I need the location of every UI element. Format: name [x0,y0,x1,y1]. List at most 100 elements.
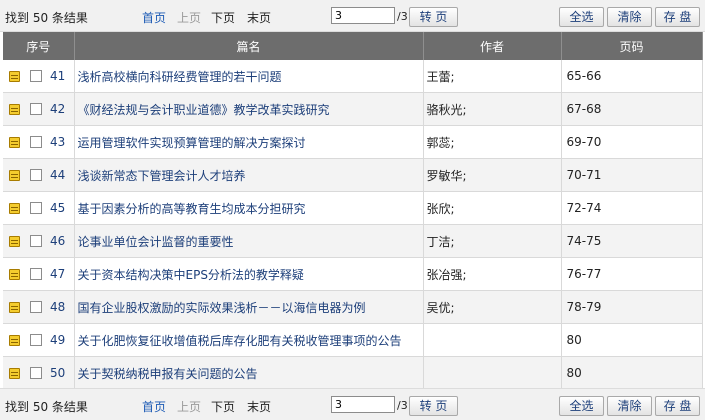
pages-cell: 74-75 [561,224,703,258]
page-number-input[interactable] [331,396,395,413]
row-number: 48 [50,300,66,314]
pages-cell: 80 [561,356,703,390]
note-icon[interactable] [9,367,20,379]
article-title-link[interactable]: 关于资本结构决策中EPS分析法的教学释疑 [78,268,304,282]
prev-page-link: 上页 [177,400,202,414]
article-title-link[interactable]: 论事业单位会计监督的重要性 [78,235,234,249]
author-cell [423,323,562,357]
clear-button[interactable]: 清除 [607,396,652,416]
article-title-link[interactable]: 关于契税纳税申报有关问题的公告 [78,367,258,381]
go-to-page-button[interactable]: 转 页 [409,396,458,416]
row-checkbox[interactable] [30,235,42,247]
header-author: 作者 [423,32,562,60]
pages-cell: 76-77 [561,257,703,291]
row-number: 47 [50,267,66,281]
article-title-link[interactable]: 运用管理软件实现预算管理的解决方案探讨 [78,136,306,150]
next-page-link[interactable]: 下页 [211,9,235,26]
header-title: 篇名 [74,32,424,60]
row-number: 46 [50,234,66,248]
table-row: 48 国有企业股权激励的实际效果浅析－－以海信电器为例 吴优; 78-79 [3,290,703,324]
prev-page-link: 上页 [177,11,202,25]
note-icon[interactable] [9,235,20,247]
note-icon[interactable] [9,103,20,115]
row-checkbox[interactable] [30,202,42,214]
first-page-link[interactable]: 首页 [142,9,166,26]
article-title-link[interactable]: 浅谈新常态下管理会计人才培养 [78,169,246,183]
save-button[interactable]: 存 盘 [655,396,700,416]
table-row: 49 关于化肥恢复征收增值税后库存化肥有关税收管理事项的公告 80 [3,323,703,357]
note-icon[interactable] [9,169,20,181]
bottom-toolbar: 找到 50 条结果 首页 上页 下页 末页 /3 转 页 全选 清除 存 盘 [0,388,705,420]
table-row: 42 《财经法规与会计职业道德》教学改革实践研究 骆秋光; 67-68 [3,92,703,126]
last-page-link[interactable]: 末页 [247,398,271,415]
row-checkbox[interactable] [30,70,42,82]
table-row: 45 基于因素分析的高等教育生均成本分担研究 张欣; 72-74 [3,191,703,225]
clear-button[interactable]: 清除 [607,7,652,27]
table-row: 50 关于契税纳税申报有关问题的公告 80 [3,356,703,390]
pages-cell: 67-68 [561,92,703,126]
author-cell: 罗敏华; [423,158,562,192]
header-index: 序号 [3,32,75,60]
table-header-row: 序号 篇名 作者 页码 [3,32,703,60]
author-cell: 丁洁; [423,224,562,258]
pages-cell: 70-71 [561,158,703,192]
table-row: 44 浅谈新常态下管理会计人才培养 罗敏华; 70-71 [3,158,703,192]
author-cell: 张欣; [423,191,562,225]
results-table: 序号 篇名 作者 页码 41 浅析高校横向科研经费管理的若干问题 王蕾; 65-… [3,32,703,390]
table-row: 41 浅析高校横向科研经费管理的若干问题 王蕾; 65-66 [3,60,703,93]
note-icon[interactable] [9,70,20,82]
pages-cell: 72-74 [561,191,703,225]
row-checkbox[interactable] [30,268,42,280]
page-number-input[interactable] [331,7,395,24]
row-checkbox[interactable] [30,334,42,346]
row-number: 41 [50,69,66,83]
row-checkbox[interactable] [30,103,42,115]
first-page-link[interactable]: 首页 [142,398,166,415]
result-count: 找到 50 条结果 [5,11,88,25]
result-count: 找到 50 条结果 [5,400,88,414]
note-icon[interactable] [9,136,20,148]
table-row: 47 关于资本结构决策中EPS分析法的教学释疑 张冶强; 76-77 [3,257,703,291]
go-to-page-button[interactable]: 转 页 [409,7,458,27]
row-number: 42 [50,102,66,116]
row-checkbox[interactable] [30,136,42,148]
note-icon[interactable] [9,202,20,214]
author-cell [423,356,562,390]
row-number: 50 [50,366,66,380]
table-row: 46 论事业单位会计监督的重要性 丁洁; 74-75 [3,224,703,258]
note-icon[interactable] [9,268,20,280]
row-number: 43 [50,135,66,149]
author-cell: 吴优; [423,290,562,324]
select-all-button[interactable]: 全选 [559,396,604,416]
save-button[interactable]: 存 盘 [655,7,700,27]
top-toolbar: 找到 50 条结果 首页 上页 下页 末页 /3 转 页 全选 清除 存 盘 [0,0,705,32]
table-row: 43 运用管理软件实现预算管理的解决方案探讨 郭蕊; 69-70 [3,125,703,159]
next-page-link[interactable]: 下页 [211,398,235,415]
note-icon[interactable] [9,301,20,313]
author-cell: 张冶强; [423,257,562,291]
author-cell: 骆秋光; [423,92,562,126]
pages-cell: 78-79 [561,290,703,324]
row-checkbox[interactable] [30,367,42,379]
row-checkbox[interactable] [30,301,42,313]
pages-cell: 80 [561,323,703,357]
article-title-link[interactable]: 浅析高校横向科研经费管理的若干问题 [78,70,282,84]
row-number: 44 [50,168,66,182]
last-page-link[interactable]: 末页 [247,9,271,26]
article-title-link[interactable]: 《财经法规与会计职业道德》教学改革实践研究 [78,103,330,117]
total-pages: /3 [397,10,408,23]
row-number: 49 [50,333,66,347]
author-cell: 郭蕊; [423,125,562,159]
row-checkbox[interactable] [30,169,42,181]
author-cell: 王蕾; [423,60,562,93]
pages-cell: 65-66 [561,60,703,93]
total-pages: /3 [397,399,408,412]
article-title-link[interactable]: 基于因素分析的高等教育生均成本分担研究 [78,202,306,216]
note-icon[interactable] [9,334,20,346]
select-all-button[interactable]: 全选 [559,7,604,27]
row-number: 45 [50,201,66,215]
article-title-link[interactable]: 国有企业股权激励的实际效果浅析－－以海信电器为例 [78,301,366,315]
article-title-link[interactable]: 关于化肥恢复征收增值税后库存化肥有关税收管理事项的公告 [78,334,402,348]
pages-cell: 69-70 [561,125,703,159]
search-results-page: 找到 50 条结果 首页 上页 下页 末页 /3 转 页 全选 清除 存 盘 序… [0,0,705,420]
